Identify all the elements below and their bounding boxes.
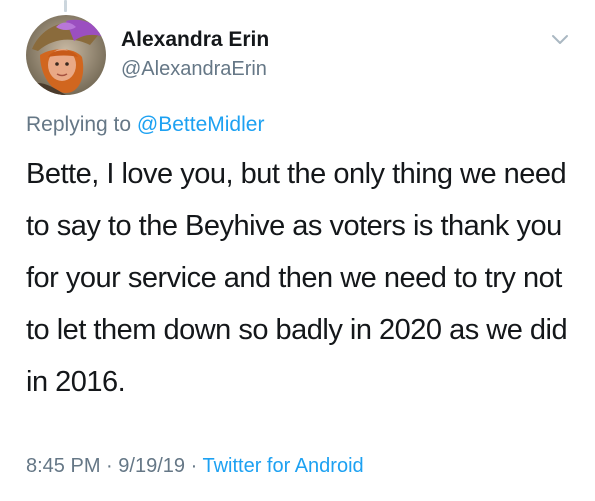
thread-connector-line bbox=[64, 0, 67, 12]
tweet-source-link[interactable]: Twitter for Android bbox=[202, 455, 363, 477]
tweet-date[interactable]: 9/19/19 bbox=[118, 455, 185, 477]
replying-to-handle-link[interactable]: @BetteMidler bbox=[137, 113, 265, 136]
chevron-down-icon[interactable] bbox=[551, 34, 569, 46]
tweet-time[interactable]: 8:45 PM bbox=[26, 455, 100, 477]
meta-separator-2: · bbox=[190, 455, 198, 477]
display-name[interactable]: Alexandra Erin bbox=[121, 28, 269, 52]
avatar[interactable] bbox=[26, 15, 106, 95]
replying-to-line: Replying to @BetteMidler bbox=[26, 113, 264, 137]
user-handle[interactable]: @AlexandraErin bbox=[121, 58, 267, 81]
tweet-text: Bette, I love you, but the only thing we… bbox=[26, 158, 568, 398]
meta-separator: · bbox=[106, 455, 113, 477]
tweet-meta: 8:45 PM · 9/19/19 · Twitter for Android bbox=[26, 455, 364, 478]
replying-to-label: Replying to bbox=[26, 113, 132, 136]
avatar-image bbox=[26, 15, 106, 95]
